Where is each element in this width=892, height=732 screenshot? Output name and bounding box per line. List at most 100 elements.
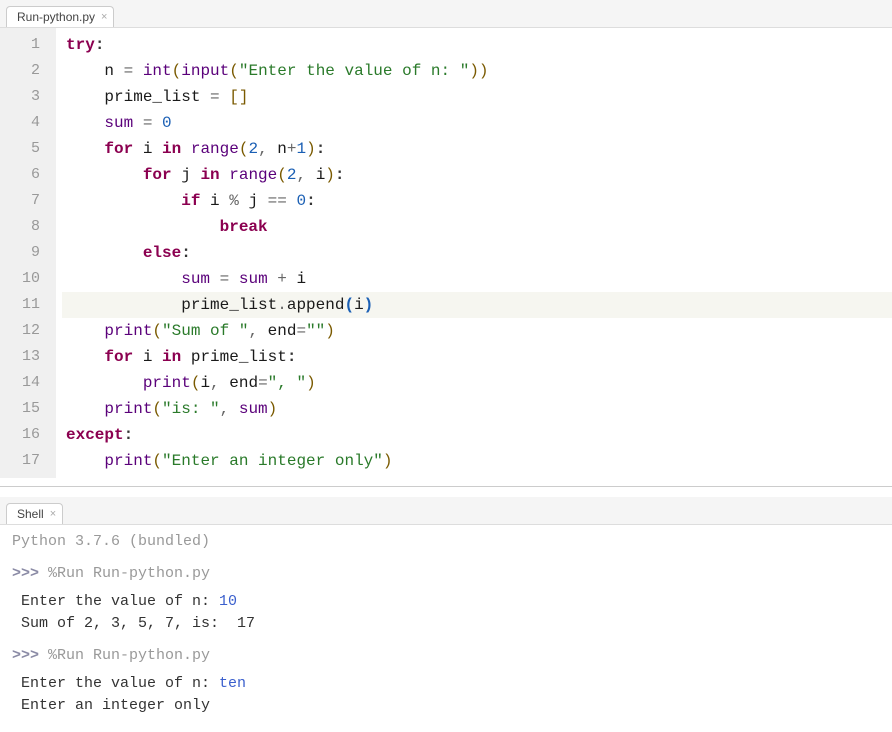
shell-user-input: 10 xyxy=(219,593,237,610)
token-name xyxy=(181,140,191,158)
token-par: ( xyxy=(152,452,162,470)
token-str: "is: " xyxy=(162,400,220,418)
token-name: i xyxy=(133,348,162,366)
token-kw: except xyxy=(66,426,124,444)
code-line[interactable]: sum = 0 xyxy=(62,110,892,136)
token-bld: : xyxy=(316,140,326,158)
line-number: 8 xyxy=(0,214,46,240)
shell-line: Enter the value of n: 10 xyxy=(12,591,886,613)
code-line[interactable]: for i in prime_list: xyxy=(62,344,892,370)
line-number: 12 xyxy=(0,318,46,344)
token-kw: in xyxy=(200,166,219,184)
close-icon[interactable]: × xyxy=(101,11,107,23)
code-line[interactable]: print(i, end=", ") xyxy=(62,370,892,396)
code-line[interactable]: print("is: ", sum) xyxy=(62,396,892,422)
token-par: )) xyxy=(469,62,488,80)
line-number: 14 xyxy=(0,370,46,396)
token-name: append xyxy=(287,296,345,314)
token-kw: in xyxy=(162,140,181,158)
token-op: % xyxy=(229,192,239,210)
code-line[interactable]: prime_list = [] xyxy=(62,84,892,110)
token-op: . xyxy=(277,296,287,314)
token-kw: else xyxy=(143,244,181,262)
token-num: 2 xyxy=(248,140,258,158)
token-bilt: print xyxy=(104,322,152,340)
token-bld: : xyxy=(335,166,345,184)
token-op: = xyxy=(210,88,220,106)
code-line[interactable]: n = int(input("Enter the value of n: ")) xyxy=(62,58,892,84)
code-editor[interactable]: 1234567891011121314151617 try: n = int(i… xyxy=(0,28,892,487)
shell-output[interactable]: Python 3.7.6 (bundled) >>> %Run Run-pytho… xyxy=(0,525,892,727)
token-kw: for xyxy=(143,166,172,184)
shell-text: Enter an integer only xyxy=(12,697,210,714)
token-str: ", " xyxy=(268,374,306,392)
code-line[interactable]: print("Sum of ", end="") xyxy=(62,318,892,344)
token-par: ) xyxy=(306,140,316,158)
shell-text: Enter the value of n: xyxy=(12,675,219,692)
editor-tab-bar: Run-python.py × xyxy=(0,0,892,28)
code-area[interactable]: try: n = int(input("Enter the value of n… xyxy=(56,28,892,478)
line-number: 10 xyxy=(0,266,46,292)
token-name xyxy=(268,270,278,288)
token-op: , xyxy=(258,140,277,158)
token-bilt: input xyxy=(181,62,229,80)
editor-tab[interactable]: Run-python.py × xyxy=(6,6,114,27)
token-op: = xyxy=(296,322,306,340)
token-op: == xyxy=(268,192,287,210)
token-op: , xyxy=(296,166,315,184)
close-icon[interactable]: × xyxy=(50,508,56,520)
shell-line: Python 3.7.6 (bundled) xyxy=(12,531,886,553)
token-name xyxy=(229,270,239,288)
token-kw: break xyxy=(220,218,268,236)
shell-line: >>> %Run Run-python.py xyxy=(12,645,886,667)
token-name xyxy=(210,270,220,288)
token-bld: : xyxy=(181,244,191,262)
shell-prompt: >>> xyxy=(12,647,48,664)
code-line[interactable]: if i % j == 0: xyxy=(62,188,892,214)
shell-panel: Shell × Python 3.7.6 (bundled) >>> %Run R… xyxy=(0,497,892,727)
shell-text: Enter the value of n: xyxy=(12,593,219,610)
code-line[interactable]: break xyxy=(62,214,892,240)
token-name: i xyxy=(133,140,162,158)
token-name: i xyxy=(287,270,306,288)
shell-tab-label: Shell xyxy=(17,507,44,521)
token-op: = xyxy=(124,62,134,80)
token-par: ) xyxy=(306,374,316,392)
token-par: [] xyxy=(229,88,248,106)
shell-text: %Run Run-python.py xyxy=(48,647,210,664)
token-kw: try xyxy=(66,36,95,54)
line-number-gutter: 1234567891011121314151617 xyxy=(0,28,56,478)
token-bld: : xyxy=(287,348,297,366)
code-line[interactable]: else: xyxy=(62,240,892,266)
token-name: j xyxy=(172,166,201,184)
shell-tab[interactable]: Shell × xyxy=(6,503,63,524)
code-line[interactable]: print("Enter an integer only") xyxy=(62,448,892,474)
token-name xyxy=(152,114,162,132)
code-line[interactable]: prime_list.append(i) xyxy=(62,292,892,318)
line-number: 5 xyxy=(0,136,46,162)
token-bld: : xyxy=(124,426,134,444)
token-str: "Enter the value of n: " xyxy=(239,62,469,80)
token-name xyxy=(220,88,230,106)
token-kw: for xyxy=(104,348,133,366)
code-line[interactable]: try: xyxy=(62,32,892,58)
token-kw: in xyxy=(162,348,181,366)
code-line[interactable]: for j in range(2, i): xyxy=(62,162,892,188)
shell-line: Enter the value of n: ten xyxy=(12,673,886,695)
token-parb: ) xyxy=(364,296,374,314)
line-number: 4 xyxy=(0,110,46,136)
token-str: "Enter an integer only" xyxy=(162,452,383,470)
token-bilt: sum xyxy=(181,270,210,288)
token-parb: ( xyxy=(344,296,354,314)
code-line[interactable]: for i in range(2, n+1): xyxy=(62,136,892,162)
token-bilt: print xyxy=(104,400,152,418)
token-op: = xyxy=(143,114,153,132)
token-par: ( xyxy=(229,62,239,80)
code-line[interactable]: sum = sum + i xyxy=(62,266,892,292)
token-par: ( xyxy=(172,62,182,80)
code-line[interactable]: except: xyxy=(62,422,892,448)
token-bilt: sum xyxy=(104,114,133,132)
token-num: 0 xyxy=(162,114,172,132)
token-par: ) xyxy=(325,166,335,184)
token-op: + xyxy=(277,270,287,288)
